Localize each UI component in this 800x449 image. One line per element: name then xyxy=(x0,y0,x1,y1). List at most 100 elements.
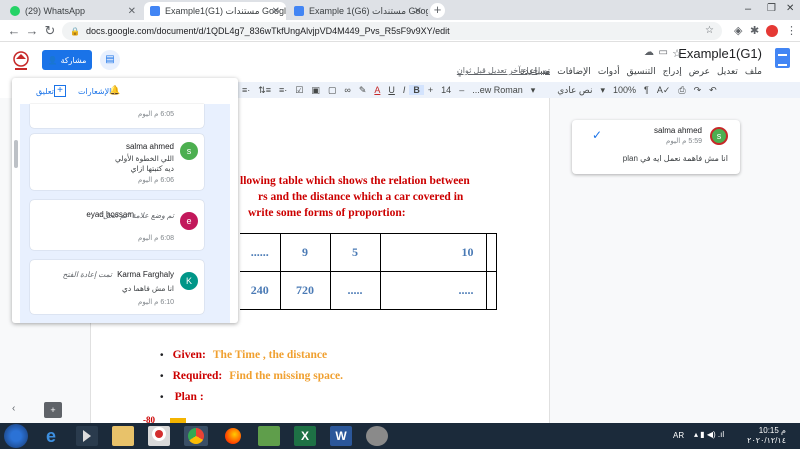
star-icon[interactable]: ☆ xyxy=(705,25,714,36)
tray-icons[interactable]: ▴ ▮ ◀) .ıl xyxy=(694,430,724,439)
spellcheck-icon[interactable]: A✓ xyxy=(653,85,675,96)
tab-whatsapp[interactable]: (29) WhatsApp ✕ xyxy=(4,2,142,20)
menu-item-edit[interactable]: تعديل xyxy=(717,66,738,77)
comment-card[interactable]: K Karma Farghaly تمت إعادة الفتح انا مش … xyxy=(30,260,204,314)
internet-explorer-icon[interactable]: e xyxy=(40,426,62,446)
align-left-icon[interactable]: ≡· xyxy=(275,85,291,95)
share-label: مشاركة xyxy=(60,55,87,65)
redo-icon[interactable]: ↷ xyxy=(690,85,706,96)
table-cell[interactable]: 5 xyxy=(329,233,381,272)
close-icon[interactable]: ✕ xyxy=(128,6,136,17)
back-arrow-icon[interactable]: ← xyxy=(6,23,22,38)
bold-button[interactable]: B xyxy=(409,85,424,95)
table-cell[interactable] xyxy=(485,233,497,272)
file-explorer-icon[interactable] xyxy=(112,426,134,446)
table-cell[interactable]: ..... xyxy=(329,271,381,310)
margin-comment-card[interactable]: s salma ahmed 5:59 م اليوم ✓ انا مش فاهم… xyxy=(572,120,740,174)
menu-kebab-icon[interactable]: ⋮ xyxy=(786,24,797,37)
share-button[interactable]: 👤 مشاركة xyxy=(42,50,92,70)
word-icon[interactable]: W xyxy=(330,426,352,446)
excel-icon[interactable]: X xyxy=(294,426,316,446)
screen-capture-icon[interactable] xyxy=(258,426,280,446)
underline-button[interactable]: U xyxy=(384,85,399,95)
table-cell[interactable]: 240 xyxy=(240,271,281,310)
folder-icon[interactable]: ▭ xyxy=(659,47,668,58)
minimize-icon[interactable]: – xyxy=(745,3,751,15)
text-color-button[interactable]: A xyxy=(370,85,384,95)
line-spacing-icon[interactable]: ⇅≡ xyxy=(254,85,275,96)
align-icon[interactable]: ≡· xyxy=(238,85,254,95)
increase-size-icon[interactable]: + xyxy=(424,85,437,95)
add-comment-icon[interactable]: + xyxy=(54,85,66,97)
table-cell[interactable]: ..... xyxy=(379,271,487,310)
comment-time: 6:08 م اليوم xyxy=(138,235,174,242)
highlight-pen-icon[interactable]: ✎ xyxy=(355,85,371,96)
chevron-down-icon[interactable]: ▾ xyxy=(527,85,540,96)
font-family-dropdown[interactable]: ...ew Roman xyxy=(468,85,527,95)
document-title[interactable]: Example1(G1) xyxy=(678,46,762,61)
tab-example1-g1[interactable]: Example1(G1) مستندات Google ✕ xyxy=(144,2,286,20)
menu-item-addons[interactable]: الإضافات xyxy=(557,66,591,77)
table-cell[interactable]: 9 xyxy=(279,233,331,272)
star-icon[interactable]: ☆ xyxy=(672,47,682,60)
decrease-size-icon[interactable]: – xyxy=(455,85,468,95)
extension-icon[interactable]: ◈ xyxy=(734,24,742,37)
font-size-field[interactable]: 14 xyxy=(437,85,455,95)
forward-arrow-icon[interactable]: → xyxy=(24,23,40,38)
italic-button[interactable]: I xyxy=(399,85,410,95)
comment-add-icon[interactable]: ▢ xyxy=(324,85,341,96)
comment-card[interactable]: s salma ahmed اللي الخطوة الأولي ديه كتب… xyxy=(30,134,204,190)
data-table: ...... 9 5 10 240 720 ..... ..... xyxy=(240,233,497,310)
tool-icon[interactable] xyxy=(366,426,388,446)
language-indicator[interactable]: AR xyxy=(673,431,684,440)
tab-title: (29) WhatsApp xyxy=(25,6,86,16)
chevron-left-icon[interactable]: ‹ xyxy=(12,403,15,414)
close-window-icon[interactable]: ✕ xyxy=(786,3,794,14)
chrome-icon[interactable] xyxy=(184,426,208,446)
table-cell[interactable] xyxy=(485,271,497,310)
reload-icon[interactable]: ↻ xyxy=(42,23,58,39)
bell-icon[interactable]: 🔔 xyxy=(109,85,120,96)
url-omnibox[interactable]: 🔒 docs.google.com/document/d/1QDL4g7_836… xyxy=(62,22,722,40)
firefox-icon[interactable] xyxy=(222,426,244,446)
add-comment-label[interactable]: تعليق xyxy=(36,87,54,96)
record-icon[interactable] xyxy=(152,427,166,441)
link-icon[interactable]: ∞ xyxy=(340,85,354,95)
comment-card[interactable]: e eyad hossam تم وضع علامة "تم الحل" 6:0… xyxy=(30,200,204,250)
undo-icon[interactable]: ↶ xyxy=(705,85,721,96)
paint-format-icon[interactable]: ¶ xyxy=(640,85,653,95)
bullet-list-item: • Plan : xyxy=(160,391,204,403)
system-clock[interactable]: 10:15 م ٢٠٢٠/١٢/١٤ xyxy=(747,426,786,446)
menu-item-insert[interactable]: إدراج xyxy=(663,66,682,77)
chevron-down-icon[interactable]: ▾ xyxy=(596,85,609,96)
puzzle-icon[interactable]: ✱ xyxy=(750,24,759,37)
zoom-dropdown[interactable]: 100% xyxy=(609,85,640,95)
scrollbar-thumb[interactable] xyxy=(14,140,18,168)
print-icon[interactable]: ⎙ xyxy=(674,85,689,96)
comments-history-button[interactable]: ▤ xyxy=(100,50,120,70)
menu-item-format[interactable]: التنسيق xyxy=(627,66,656,77)
explore-button[interactable]: + xyxy=(44,402,62,418)
resolve-check-icon[interactable]: ✓ xyxy=(592,128,602,142)
comment-card[interactable]: 6:05 م اليوم xyxy=(30,104,204,128)
docs-logo-icon[interactable] xyxy=(775,48,790,68)
table-cell[interactable]: ...... xyxy=(240,233,281,272)
menu-item-file[interactable]: ملف xyxy=(745,66,762,77)
table-cell[interactable]: 10 xyxy=(379,233,487,272)
image-icon[interactable]: ▣ xyxy=(307,85,324,96)
close-icon[interactable]: ✕ xyxy=(414,6,422,17)
last-edit-link[interactable]: تم إجراء آخر تعديل قبل ثوانٍ xyxy=(457,66,550,75)
profile-avatar[interactable] xyxy=(766,25,778,37)
table-cell[interactable]: 720 xyxy=(279,271,331,310)
windows-start-icon[interactable] xyxy=(4,424,28,448)
menu-item-tools[interactable]: أدوات xyxy=(598,66,620,77)
media-player-icon[interactable] xyxy=(76,426,98,446)
notifications-label[interactable]: الإشعارات xyxy=(78,87,111,96)
checklist-icon[interactable]: ☑ xyxy=(291,85,307,96)
style-dropdown[interactable]: نص عادي xyxy=(553,85,596,96)
menu-item-view[interactable]: عرض xyxy=(689,66,710,77)
tab-example1-g6[interactable]: Example 1(G6) مستندات Google ✕ xyxy=(288,2,428,20)
new-tab-button[interactable]: + xyxy=(430,3,445,18)
maximize-icon[interactable]: ❐ xyxy=(767,3,776,14)
close-icon[interactable]: ✕ xyxy=(272,6,280,17)
